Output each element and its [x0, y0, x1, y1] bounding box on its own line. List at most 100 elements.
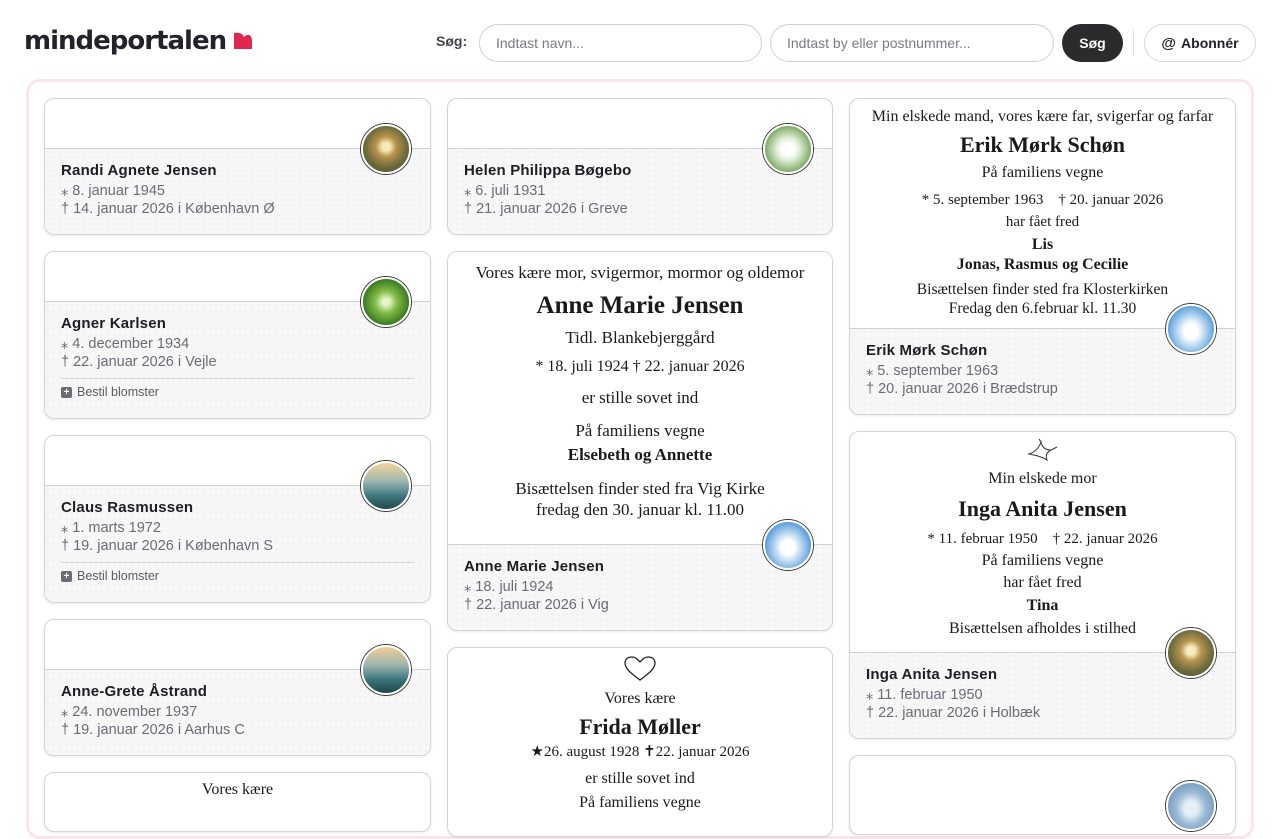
- avatar: [361, 277, 411, 327]
- deceased-name: Claus Rasmussen: [61, 499, 194, 516]
- memorial-card[interactable]: Helen Philippa Bøgebo ⁎ 6. juli 1931 † 2…: [447, 98, 833, 235]
- notice-line: er stille sovet ind: [581, 387, 699, 407]
- death-notice: Vores kære: [45, 773, 430, 800]
- birth-date: ⁎ 1. marts 1972: [61, 520, 161, 536]
- notice-line: Tina: [1026, 597, 1059, 615]
- memorial-card[interactable]: Min elskede mand, vores kære far, sviger…: [849, 98, 1236, 415]
- death-date: † 19. januar 2026 i København S: [61, 538, 274, 554]
- notice-line: Min elskede mand, vores kære far, sviger…: [871, 108, 1214, 125]
- memorial-card[interactable]: Vores kære Frida Møller ★26. august 1928…: [447, 647, 833, 837]
- notice-line: På familiens vegne: [981, 552, 1104, 570]
- notice-line: har fået fred: [1005, 214, 1080, 231]
- notice-line: fredag den 30. januar kl. 11.00: [535, 499, 745, 519]
- death-date: † 14. januar 2026 i København Ø: [61, 201, 275, 217]
- notice-name: Erik Mørk Schøn: [959, 132, 1126, 157]
- birth-date: ⁎ 5. september 1963: [866, 363, 999, 379]
- search-button[interactable]: Søg: [1062, 24, 1123, 62]
- death-date: † 22. januar 2026 i Vejle: [61, 354, 217, 370]
- order-flowers-link[interactable]: + Bestil blomster: [61, 562, 414, 583]
- notice-line: På familiens vegne: [981, 163, 1104, 181]
- notice-line: Elsebeth og Annette: [567, 445, 713, 465]
- card-header: Min elskede mand, vores kære far, sviger…: [850, 99, 1235, 329]
- memorial-card[interactable]: Anne-Grete Åstrand ⁎ 24. november 1937 †…: [44, 619, 431, 756]
- order-flowers-label: Bestil blomster: [77, 569, 159, 583]
- birth-date: ⁎ 18. juli 1924: [464, 579, 554, 595]
- notice-line: Bisættelsen finder sted fra Klosterkirke…: [916, 281, 1169, 298]
- flower-icon: +: [61, 386, 72, 398]
- birth-date: ⁎ 6. juli 1931: [464, 183, 546, 199]
- site-header: mindeportalen Søg: Søg @ Abonnér: [0, 0, 1280, 80]
- subscribe-button[interactable]: @ Abonnér: [1144, 24, 1256, 62]
- memorial-card[interactable]: Agner Karlsen ⁎ 4. december 1934 † 22. j…: [44, 251, 431, 419]
- deceased-name: Helen Philippa Bøgebo: [464, 162, 632, 179]
- deceased-name: Agner Karlsen: [61, 315, 167, 332]
- notice-line: * 11. februar 1950 † 22. januar 2026: [927, 530, 1158, 547]
- death-date: † 22. januar 2026 i Vig: [464, 597, 609, 613]
- birth-date: ⁎ 8. januar 1945: [61, 183, 165, 199]
- heart-logo-icon: [234, 32, 253, 49]
- notice-line: Vores kære: [201, 781, 274, 798]
- memorial-card[interactable]: Vores kære: [44, 772, 431, 832]
- death-notice: Vores kære mor, svigermor, mormor og old…: [448, 252, 832, 520]
- at-icon: @: [1161, 34, 1177, 52]
- death-date: † 22. januar 2026 i Holbæk: [866, 705, 1041, 721]
- notice-line: Jonas, Rasmus og Cecilie: [956, 256, 1129, 273]
- notice-line: På familiens vegne: [575, 421, 705, 440]
- notice-line: har fået fred: [1003, 574, 1082, 592]
- search-label: Søg:: [436, 33, 468, 49]
- order-flowers-link[interactable]: + Bestil blomster: [61, 378, 414, 399]
- bird-icon: [1026, 438, 1057, 462]
- notice-line: Vores kære: [604, 690, 676, 707]
- death-notice: Min elskede mor Inga Anita Jensen * 11. …: [850, 432, 1235, 639]
- deceased-name: Anne-Grete Åstrand: [61, 683, 208, 700]
- notice-line: På familiens vegne: [579, 794, 701, 812]
- avatar: [763, 520, 813, 570]
- memorial-card[interactable]: [849, 755, 1236, 835]
- flower-icon: +: [61, 570, 72, 582]
- deceased-name: Erik Mørk Schøn: [866, 342, 988, 359]
- notice-name: Anne Marie Jensen: [536, 292, 744, 320]
- card-header: Vores kære mor, svigermor, mormor og old…: [448, 252, 832, 545]
- death-date: † 20. januar 2026 i Brædstrup: [866, 381, 1058, 397]
- notice-line: Bisættelsen finder sted fra Vig Kirke: [515, 478, 765, 498]
- notice-line: * 18. juli 1924 † 22. januar 2026: [535, 357, 745, 375]
- death-date: † 19. januar 2026 i Aarhus C: [61, 722, 245, 738]
- avatar: [361, 461, 411, 511]
- notice-line: er stille sovet ind: [585, 770, 695, 788]
- birth-date: ⁎ 4. december 1934: [61, 336, 190, 352]
- name-search-input[interactable]: [479, 24, 762, 62]
- subscribe-label: Abonnér: [1181, 35, 1239, 51]
- avatar: [763, 124, 813, 174]
- city-search-input[interactable]: [770, 24, 1054, 62]
- birth-date: ⁎ 11. februar 1950: [866, 687, 983, 703]
- birth-date: ⁎ 24. november 1937: [61, 704, 198, 720]
- deceased-name: Randi Agnete Jensen: [61, 162, 217, 179]
- memorial-card[interactable]: Vores kære mor, svigermor, mormor og old…: [447, 251, 833, 631]
- notice-line: Vores kære mor, svigermor, mormor og old…: [475, 263, 805, 282]
- notice-line: * 5. september 1963 † 20. januar 2026: [921, 191, 1164, 208]
- death-date: † 21. januar 2026 i Greve: [464, 201, 628, 217]
- avatar: [1166, 628, 1216, 678]
- heart-icon: [624, 656, 656, 681]
- avatar: [361, 645, 411, 695]
- notice-line: Min elskede mor: [988, 470, 1097, 487]
- avatar: [361, 124, 411, 174]
- avatar: [1166, 304, 1216, 354]
- order-flowers-label: Bestil blomster: [77, 385, 159, 399]
- header-divider: [1133, 30, 1134, 56]
- logo[interactable]: mindeportalen: [24, 26, 254, 56]
- card-header: Min elskede mor Inga Anita Jensen * 11. …: [850, 432, 1235, 653]
- memorial-card[interactable]: Claus Rasmussen ⁎ 1. marts 1972 † 19. ja…: [44, 435, 431, 603]
- death-notice: Min elskede mand, vores kære far, sviger…: [850, 99, 1235, 319]
- memorial-card[interactable]: Randi Agnete Jensen ⁎ 8. januar 1945 † 1…: [44, 98, 431, 235]
- notice-name: Frida Møller: [579, 714, 701, 739]
- deceased-name: Anne Marie Jensen: [464, 558, 605, 575]
- notice-name: Inga Anita Jensen: [958, 496, 1127, 521]
- notice-line: ★26. august 1928 ✝22. januar 2026: [530, 743, 750, 760]
- notice-line: Lis: [1031, 236, 1054, 253]
- memorial-card[interactable]: Min elskede mor Inga Anita Jensen * 11. …: [849, 431, 1236, 739]
- avatar: [1166, 781, 1216, 831]
- death-notice: Vores kære Frida Møller ★26. august 1928…: [448, 648, 832, 813]
- logo-text: mindeportalen: [24, 26, 227, 56]
- deceased-name: Inga Anita Jensen: [866, 666, 998, 683]
